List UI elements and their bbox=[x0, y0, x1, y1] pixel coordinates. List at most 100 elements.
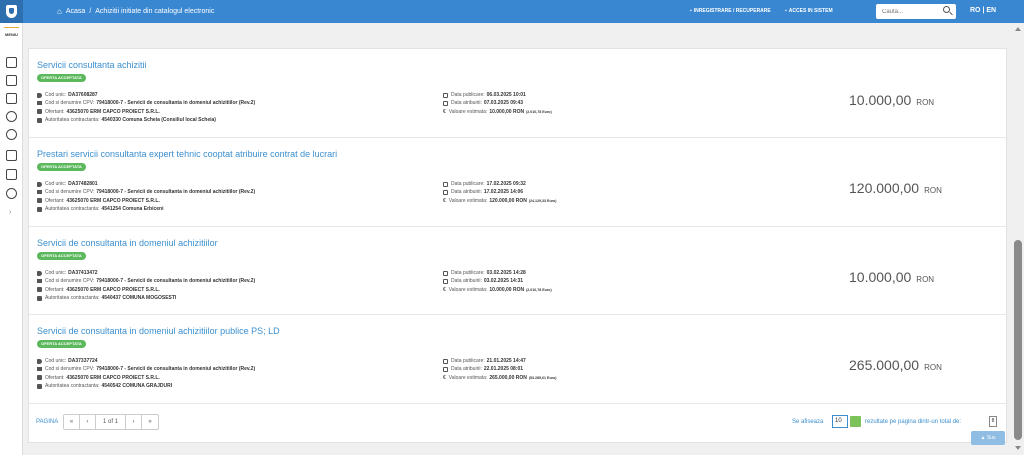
scroll-down-arrow-icon[interactable] bbox=[1015, 446, 1021, 450]
atr-value: 07.03.2025 09:43 bbox=[483, 100, 524, 107]
ofertant-value: 43625070 ERM CAPCO PROIECT S.R.L. bbox=[66, 374, 160, 381]
cpv-label: Cod si denumire CPV: bbox=[45, 278, 95, 285]
calendar-icon bbox=[443, 270, 448, 276]
back-to-top-button[interactable]: ▲ Sus bbox=[971, 431, 1005, 445]
last-page-button[interactable]: » bbox=[142, 415, 158, 429]
cod-value: DA37608287 bbox=[68, 92, 98, 98]
val-label: Valoare estimata: bbox=[448, 197, 488, 204]
item-title[interactable]: Servicii consultanta achizitii bbox=[37, 60, 147, 70]
atr-label: Data atribuirii: bbox=[451, 189, 482, 196]
shield-icon bbox=[6, 5, 17, 18]
price-value: 265.000,00 bbox=[849, 357, 920, 373]
list-item: Servicii consultanta achizitii OFERTA AC… bbox=[29, 49, 1008, 138]
calendar-icon bbox=[443, 92, 448, 98]
prev-page-button[interactable]: ‹ bbox=[80, 415, 96, 429]
institution-icon bbox=[37, 206, 42, 212]
item-details: Cod unic: DA37482801 Cod si denumire CPV:… bbox=[37, 180, 255, 213]
scroll-up-arrow-icon[interactable] bbox=[1015, 27, 1021, 31]
award-icon[interactable] bbox=[6, 129, 17, 140]
price: 120.000,00 RON bbox=[849, 180, 942, 196]
item-title[interactable]: Servicii de consultanta in domeniul achi… bbox=[37, 238, 218, 248]
language-switch[interactable]: RO | EN bbox=[970, 7, 996, 14]
pub-value: 21.01.2025 14:47 bbox=[486, 358, 526, 364]
val-label: Valoare estimata: bbox=[448, 374, 488, 381]
cod-label: Cod unic: bbox=[45, 181, 67, 187]
pub-label: Data publicare: bbox=[451, 181, 485, 187]
sitemap-icon bbox=[37, 101, 42, 106]
ofertant-label: Ofertant: bbox=[45, 108, 65, 115]
site-logo[interactable] bbox=[0, 0, 23, 23]
user-icon: ▪ bbox=[785, 8, 787, 14]
euro-icon: € bbox=[443, 374, 446, 381]
apply-per-page-button[interactable] bbox=[850, 416, 861, 427]
breadcrumb-home[interactable]: Acasa bbox=[66, 8, 85, 15]
tag-icon bbox=[37, 92, 42, 98]
list-item: Servicii de consultanta in domeniul achi… bbox=[29, 227, 1008, 315]
pub-value: 06.03.2025 10:01 bbox=[486, 92, 526, 98]
val-value: 10.000,00 RON bbox=[489, 108, 525, 115]
ofertant-label: Ofertant: bbox=[45, 374, 65, 381]
first-page-button[interactable]: « bbox=[64, 415, 80, 429]
price: 265.000,00 RON bbox=[849, 357, 942, 373]
autoritate-value: 4541254 Comuna Erbiceni bbox=[101, 205, 164, 212]
price-value: 120.000,00 bbox=[849, 180, 920, 196]
menu-label[interactable]: MENIU bbox=[0, 32, 23, 37]
home-icon[interactable]: ⌂ bbox=[57, 7, 62, 16]
eur-value: (53.285,61 Euro) bbox=[528, 375, 557, 380]
per-page-input[interactable]: 10 bbox=[832, 415, 848, 428]
cod-label: Cod unic: bbox=[45, 270, 67, 276]
sitemap-icon bbox=[37, 367, 42, 372]
item-title[interactable]: Servicii de consultanta in domeniul achi… bbox=[37, 326, 280, 336]
val-value: 265.000,00 RON bbox=[489, 374, 527, 381]
eur-value: (2.010,78 Euro) bbox=[526, 109, 552, 114]
help-icon[interactable] bbox=[6, 111, 17, 122]
calendar-icon bbox=[443, 278, 448, 284]
ofertant-label: Ofertant: bbox=[45, 197, 65, 204]
status-badge: OFERTA ACCEPTATA bbox=[37, 74, 86, 82]
atr-label: Data atribuirii: bbox=[451, 100, 482, 107]
price: 10.000,00 RON bbox=[849, 92, 934, 108]
briefcase-icon bbox=[37, 198, 42, 204]
cpv-value: 79418000-7 - Servicii de consultanta in … bbox=[96, 100, 256, 107]
atr-value: 22.01.2025 08:01 bbox=[483, 366, 524, 373]
login-link[interactable]: ▪ ACCES IN SISTEM bbox=[785, 8, 833, 14]
register-link[interactable]: ▪ INREGISTRARE / RECUPERARE bbox=[690, 8, 771, 14]
search-input[interactable] bbox=[882, 8, 937, 15]
autoritate-label: Autoritatea contractanta: bbox=[45, 294, 100, 301]
register-label: INREGISTRARE / RECUPERARE bbox=[693, 8, 771, 14]
list-item: Servicii de consultanta in domeniul achi… bbox=[29, 315, 1008, 404]
chevron-up-icon: ▲ bbox=[980, 435, 986, 441]
expand-sidebar-icon[interactable]: › bbox=[9, 209, 11, 216]
item-details: Cod unic: DA37608287 Cod si denumire CPV:… bbox=[37, 91, 255, 124]
eur-value: (2.010,78 Euro) bbox=[526, 287, 552, 292]
search-box bbox=[876, 4, 956, 19]
lock-icon: ▪ bbox=[690, 8, 692, 14]
item-dates: Data publicare: 17.02.2025 09:32 Data atr… bbox=[443, 180, 556, 205]
id-card-icon[interactable] bbox=[6, 150, 17, 161]
ofertant-value: 43625070 ERM CAPCO PROIECT S.R.L. bbox=[66, 197, 160, 204]
calendar-icon bbox=[443, 100, 448, 106]
next-page-button[interactable]: › bbox=[126, 415, 142, 429]
edit-document-icon[interactable] bbox=[6, 75, 17, 86]
cod-label: Cod unic: bbox=[45, 358, 67, 364]
chat-icon[interactable] bbox=[6, 188, 17, 199]
list-item: Prestari servicii consultanta expert teh… bbox=[29, 138, 1008, 227]
sidebar: MENIU › bbox=[0, 23, 23, 455]
monitor-icon[interactable] bbox=[6, 169, 17, 180]
calendar-icon bbox=[443, 181, 448, 187]
autoritate-value: 4540330 Comuna Scheia (Consiliul local S… bbox=[101, 116, 216, 123]
ofertant-value: 43625070 ERM CAPCO PROIECT S.R.L. bbox=[66, 286, 160, 293]
val-value: 120.000,00 RON bbox=[489, 197, 527, 204]
cod-value: DA37413472 bbox=[68, 270, 98, 276]
scrollbar-thumb[interactable] bbox=[1014, 240, 1022, 440]
item-title[interactable]: Prestari servicii consultanta expert teh… bbox=[37, 149, 337, 159]
search-icon[interactable] bbox=[943, 6, 950, 13]
page-info: 1 of 1 bbox=[96, 415, 126, 429]
document-icon[interactable] bbox=[6, 57, 17, 68]
item-dates: Data publicare: 06.03.2025 10:01 Data atr… bbox=[443, 91, 552, 116]
tag-icon bbox=[37, 181, 42, 187]
cod-value: DA37482801 bbox=[68, 181, 98, 187]
briefcase-icon bbox=[37, 375, 42, 381]
catalog-icon[interactable] bbox=[6, 93, 17, 104]
showing-label: Se afiseaza bbox=[792, 419, 824, 425]
